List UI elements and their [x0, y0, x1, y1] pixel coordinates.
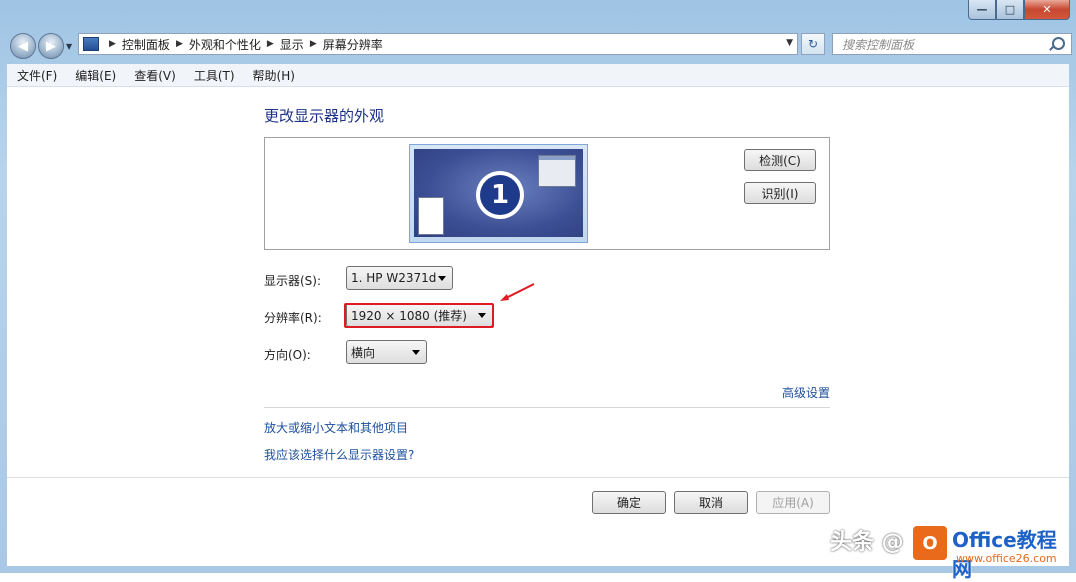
resolution-label: 分辨率(R):: [264, 311, 322, 325]
watermark-text: 头条 @: [830, 530, 904, 555]
resolution-highlight-box: [344, 303, 494, 328]
which-settings-link[interactable]: 我应该选择什么显示器设置?: [264, 446, 414, 463]
menu-help[interactable]: 帮助(H): [243, 67, 303, 84]
menu-edit[interactable]: 编辑(E): [65, 67, 124, 84]
divider: [264, 407, 830, 408]
monitor-number: 1: [480, 175, 520, 215]
detect-button[interactable]: 检测(C): [744, 149, 816, 171]
breadcrumb-separator-icon[interactable]: ▶: [310, 39, 317, 49]
back-button[interactable]: ◀: [10, 33, 36, 59]
mini-window-icon: [538, 155, 576, 187]
monitor-screen: 1: [414, 149, 583, 237]
breadcrumb-separator-icon[interactable]: ▶: [109, 39, 116, 49]
forward-arrow-icon: ▶: [46, 38, 56, 54]
search-placeholder: 搜索控制面板: [842, 37, 915, 52]
menu-bar: 文件(F) 编辑(E) 查看(V) 工具(T) 帮助(H): [7, 64, 1069, 87]
mini-document-icon: [418, 197, 444, 235]
address-dropdown-icon[interactable]: ▼: [786, 38, 793, 48]
chevron-down-icon: [412, 350, 420, 355]
close-button[interactable]: ✕: [1024, 0, 1070, 20]
text-size-link[interactable]: 放大或缩小文本和其他项目: [264, 419, 408, 436]
breadcrumb-separator-icon[interactable]: ▶: [176, 39, 183, 49]
display-select-value: 1. HP W2371d: [351, 271, 437, 285]
recent-pages-dropdown-icon[interactable]: ▼: [66, 42, 72, 51]
title-bar: — □ ✕: [0, 0, 1076, 28]
breadcrumb-separator-icon[interactable]: ▶: [267, 39, 274, 49]
breadcrumb-display[interactable]: 显示: [280, 36, 304, 53]
refresh-button[interactable]: ↻: [801, 33, 825, 55]
orientation-select[interactable]: 横向: [346, 340, 427, 364]
monitor-thumbnail[interactable]: 1: [409, 144, 588, 243]
address-bar[interactable]: ▶ 控制面板 ▶ 外观和个性化 ▶ 显示 ▶ 屏幕分辨率 ▼: [78, 33, 798, 55]
display-label: 显示器(S):: [264, 274, 322, 288]
breadcrumb-screen-resolution[interactable]: 屏幕分辨率: [323, 36, 383, 53]
watermark-url: www.office26.com: [956, 552, 1057, 565]
refresh-icon: ↻: [807, 37, 819, 51]
orientation-select-value: 横向: [351, 345, 376, 360]
monitor-preview-panel: 1 检测(C) 识别(I): [264, 137, 830, 250]
navigation-bar: ◀ ▶ ▼ ▶ 控制面板 ▶ 外观和个性化 ▶ 显示 ▶ 屏幕分辨率 ▼ ↻ 搜…: [0, 28, 1076, 62]
menu-tools[interactable]: 工具(T): [184, 67, 243, 84]
ok-button[interactable]: 确定: [592, 491, 666, 514]
footer-separator: [7, 477, 1069, 478]
page-title: 更改显示器的外观: [264, 107, 385, 125]
identify-button[interactable]: 识别(I): [744, 182, 816, 204]
back-arrow-icon: ◀: [18, 38, 28, 54]
menu-file[interactable]: 文件(F): [7, 67, 65, 84]
minimize-button[interactable]: —: [968, 0, 996, 20]
red-arrow-annotation: [500, 283, 535, 301]
advanced-settings-link[interactable]: 高级设置: [782, 384, 830, 401]
apply-button[interactable]: 应用(A): [756, 491, 830, 514]
control-panel-icon: [83, 37, 99, 51]
breadcrumb-appearance[interactable]: 外观和个性化: [189, 36, 261, 53]
caption-buttons: — □ ✕: [968, 0, 1070, 20]
menu-view[interactable]: 查看(V): [124, 67, 184, 84]
search-input[interactable]: 搜索控制面板: [832, 33, 1072, 55]
content-pane: 更改显示器的外观 1 检测(C) 识别(I) 显示器(S): 1. HP W23…: [7, 87, 1069, 566]
orientation-label: 方向(O):: [264, 348, 311, 362]
search-icon[interactable]: [1052, 37, 1065, 50]
window: — □ ✕ ◀ ▶ ▼ ▶ 控制面板 ▶ 外观和个性化 ▶ 显示 ▶ 屏幕分辨率…: [0, 0, 1076, 581]
office-logo-icon: O: [913, 526, 947, 560]
monitor-number-badge: 1: [476, 171, 524, 219]
breadcrumb-control-panel[interactable]: 控制面板: [122, 36, 170, 53]
cancel-button[interactable]: 取消: [674, 491, 748, 514]
maximize-button[interactable]: □: [996, 0, 1024, 20]
forward-button[interactable]: ▶: [38, 33, 64, 59]
display-select[interactable]: 1. HP W2371d: [346, 266, 453, 290]
chevron-down-icon: [438, 276, 446, 281]
